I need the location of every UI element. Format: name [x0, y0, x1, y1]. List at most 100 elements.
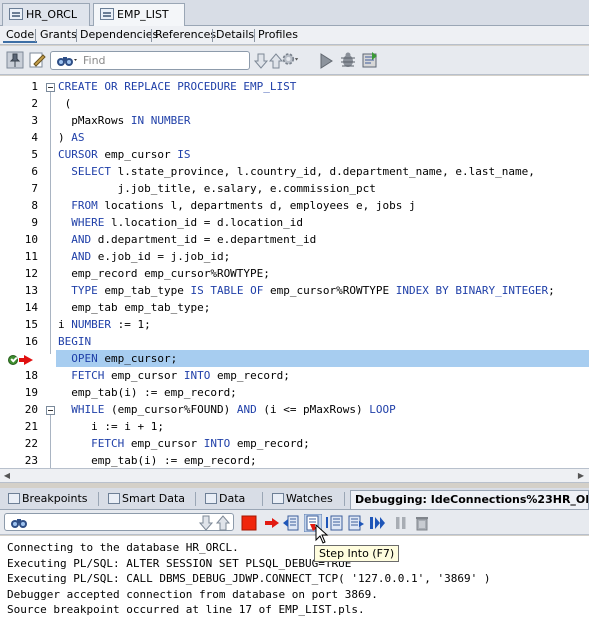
- step-over-icon[interactable]: [282, 514, 300, 532]
- code-line: 5 CURSOR emp_cursor IS: [0, 148, 589, 165]
- run-icon[interactable]: [317, 52, 335, 70]
- code-line: 14 emp_tab emp_tab_type;: [0, 301, 589, 318]
- tab-breakpoints[interactable]: Breakpoints: [4, 490, 92, 509]
- resume-icon[interactable]: [369, 514, 387, 532]
- line-number: 22: [24, 437, 38, 450]
- code-line: 19 emp_tab(i) := emp_record;: [0, 386, 589, 403]
- tab-data[interactable]: Data: [201, 490, 249, 509]
- line-number: 14: [24, 301, 38, 314]
- code-text: CURSOR emp_cursor IS: [58, 148, 191, 161]
- execution-point-arrow-icon: [19, 355, 33, 365]
- scroll-right-icon[interactable]: ▶: [576, 471, 586, 481]
- tab-separator: [98, 492, 99, 506]
- code-line: 22 FETCH emp_cursor INTO emp_record;: [0, 437, 589, 454]
- code-line: 21 i := i + 1;: [0, 420, 589, 437]
- line-number: 2: [31, 97, 38, 110]
- line-number: 6: [31, 165, 38, 178]
- code-line: 15 i NUMBER := 1;: [0, 318, 589, 335]
- tab-references[interactable]: References: [152, 28, 219, 41]
- breakpoints-icon: [8, 493, 20, 504]
- find-previous-icon[interactable]: [214, 514, 232, 532]
- code-text: FROM locations l, departments d, employe…: [71, 199, 416, 212]
- scroll-left-icon[interactable]: ◀: [2, 471, 12, 481]
- find-execution-point-icon[interactable]: [263, 514, 281, 532]
- fold-toggle-icon[interactable]: [46, 406, 55, 415]
- code-text: SELECT l.state_province, l.country_id, d…: [71, 165, 535, 178]
- tab-dependencies[interactable]: Dependencies: [77, 28, 161, 41]
- tab-code[interactable]: Code: [3, 28, 38, 43]
- horizontal-scrollbar[interactable]: ◀ ▶: [0, 469, 589, 483]
- tab-separator: [262, 492, 263, 506]
- tab-data-label: Data: [219, 492, 246, 505]
- pin-icon[interactable]: [6, 51, 24, 69]
- tab-details[interactable]: Details: [213, 28, 257, 41]
- fold-toggle-icon[interactable]: [46, 83, 55, 92]
- line-number: 21: [24, 420, 38, 433]
- line-number: 1: [31, 80, 38, 93]
- tab-emp-list-label: EMP_LIST: [117, 8, 169, 21]
- tab-hr-orcl-label: HR_ORCL: [26, 8, 77, 21]
- code-text: emp_tab(i) := emp_record;: [58, 386, 237, 399]
- find-next-icon[interactable]: [197, 514, 215, 532]
- code-line: 3 pMaxRows IN NUMBER: [0, 114, 589, 131]
- tab-profiles[interactable]: Profiles: [255, 28, 301, 41]
- debug-log-output[interactable]: Connecting to the database HR_ORCL. Exec…: [0, 536, 589, 637]
- code-line: 23 emp_tab(i) := emp_record;: [0, 454, 589, 468]
- tab-smart-data[interactable]: Smart Data: [104, 490, 189, 509]
- editor-toolbar: Find: [0, 46, 589, 75]
- code-text: WHILE (emp_cursor%FOUND) AND (i <= pMaxR…: [71, 403, 396, 416]
- line-number: 12: [24, 267, 38, 280]
- line-number: 11: [24, 250, 38, 263]
- code-text: TYPE emp_tab_type IS TABLE OF emp_cursor…: [71, 284, 555, 297]
- code-text: AND d.department_id = e.department_id: [71, 233, 317, 246]
- tab-hr-orcl[interactable]: HR_ORCL: [2, 3, 90, 26]
- code-text: (: [58, 97, 72, 110]
- code-text: FETCH emp_cursor INTO emp_record;: [71, 369, 290, 382]
- code-text: emp_tab(i) := emp_record;: [58, 454, 257, 467]
- smart-data-icon: [108, 493, 120, 504]
- code-line: 12 emp_record emp_cursor%ROWTYPE;: [0, 267, 589, 284]
- step-to-end-of-method-icon[interactable]: [347, 514, 365, 532]
- code-line: 18 FETCH emp_cursor INTO emp_record;: [0, 369, 589, 386]
- compile-icon[interactable]: [361, 51, 379, 69]
- mouse-pointer-icon: [315, 524, 329, 544]
- tab-watches[interactable]: Watches: [268, 490, 337, 509]
- settings-gear-icon[interactable]: [281, 50, 299, 68]
- debug-bug-icon[interactable]: [339, 51, 357, 69]
- terminate-icon[interactable]: [240, 514, 258, 532]
- data-icon: [205, 493, 217, 504]
- watches-icon: [272, 493, 284, 504]
- code-text: pMaxRows IN NUMBER: [58, 114, 191, 127]
- sql-worksheet-icon: [9, 8, 23, 20]
- code-text: OPEN emp_cursor;: [71, 352, 178, 365]
- code-line: 16 BEGIN: [0, 335, 589, 352]
- code-text: BEGIN: [58, 335, 92, 348]
- procedure-icon: [100, 8, 114, 20]
- code-line: 1 CREATE OR REPLACE PROCEDURE EMP_LIST: [0, 80, 589, 97]
- find-field[interactable]: Find: [50, 51, 250, 70]
- code-line: 6 SELECT l.state_province, l.country_id,…: [0, 165, 589, 182]
- code-line: 20 WHILE (emp_cursor%FOUND) AND (i <= pM…: [0, 403, 589, 420]
- code-line: 10 AND d.department_id = e.department_id: [0, 233, 589, 250]
- tab-breakpoints-label: Breakpoints: [22, 492, 88, 505]
- code-line: 4 ) AS: [0, 131, 589, 148]
- tab-separator: [35, 29, 36, 42]
- tab-separator: [195, 492, 196, 506]
- line-number: 23: [24, 454, 38, 467]
- line-number: 3: [31, 114, 38, 127]
- code-text: emp_tab emp_tab_type;: [58, 301, 211, 314]
- tab-grants[interactable]: Grants: [37, 28, 80, 41]
- garbage-collection-icon[interactable]: [413, 514, 431, 532]
- code-editor[interactable]: 1 CREATE OR REPLACE PROCEDURE EMP_LIST 2…: [0, 76, 589, 469]
- code-text: j.job_title, e.salary, e.commission_pct: [58, 182, 376, 195]
- tab-emp-list[interactable]: EMP_LIST: [93, 3, 185, 27]
- code-text: FETCH emp_cursor INTO emp_record;: [91, 437, 310, 450]
- tab-debugging-log[interactable]: Debugging: IdeConnections%23HR_ORCL...: [350, 490, 589, 509]
- edit-icon[interactable]: [28, 51, 46, 69]
- breakpoint-icon[interactable]: [8, 355, 18, 365]
- pause-icon[interactable]: [392, 514, 410, 532]
- tab-smart-data-label: Smart Data: [122, 492, 186, 505]
- line-number: 19: [24, 386, 38, 399]
- line-number: 16: [24, 335, 38, 348]
- line-number: 7: [31, 182, 38, 195]
